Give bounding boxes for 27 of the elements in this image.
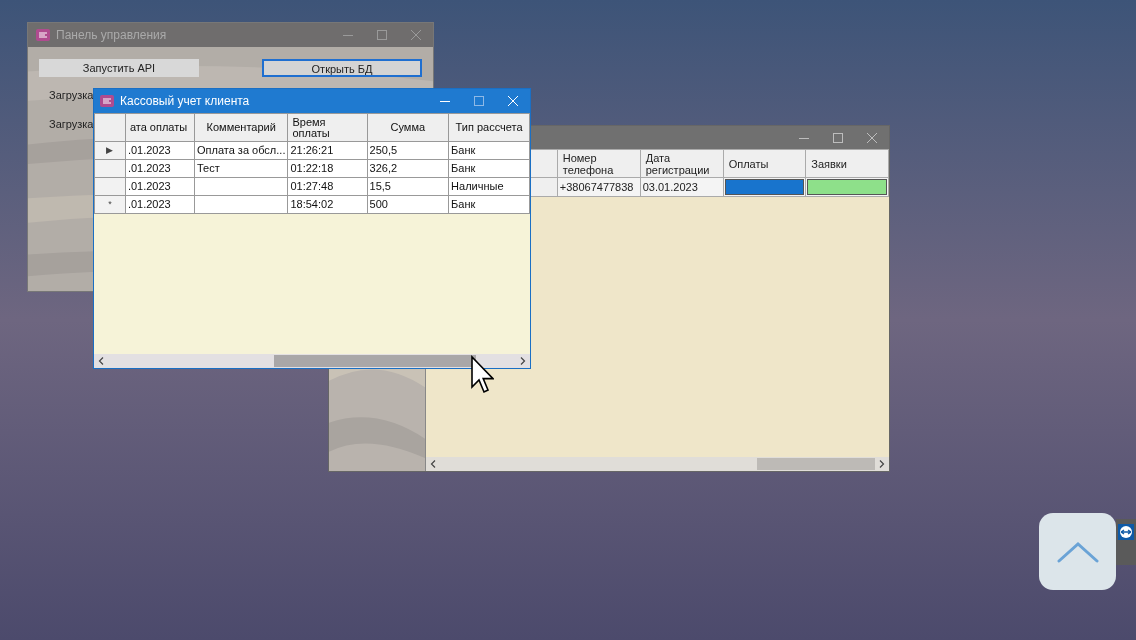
arrows-icon bbox=[1118, 524, 1134, 540]
close-icon[interactable] bbox=[866, 131, 878, 144]
column-header[interactable]: Номер телефона bbox=[557, 149, 641, 178]
scroll-top-button[interactable] bbox=[1039, 513, 1116, 590]
side-tab[interactable] bbox=[1116, 519, 1136, 565]
maximize-icon[interactable] bbox=[473, 95, 485, 107]
scroll-right-icon[interactable] bbox=[879, 460, 885, 468]
scroll-left-icon[interactable] bbox=[430, 460, 436, 468]
scrollbar[interactable] bbox=[94, 354, 530, 368]
color-cell[interactable] bbox=[724, 179, 805, 195]
column-header[interactable]: Заявки bbox=[805, 149, 889, 178]
chevron-up-icon bbox=[1056, 540, 1099, 563]
scroll-right-icon[interactable] bbox=[520, 357, 526, 365]
color-cell[interactable] bbox=[807, 179, 887, 195]
column-header[interactable]: Тип рассчета bbox=[448, 113, 530, 142]
scroll-thumb[interactable] bbox=[757, 458, 875, 470]
app-icon bbox=[36, 29, 50, 41]
window-title: Панель управления bbox=[56, 27, 168, 44]
column-header[interactable]: Оплаты bbox=[723, 149, 806, 178]
scrollbar[interactable] bbox=[426, 457, 889, 471]
maximize-icon[interactable] bbox=[832, 131, 844, 144]
scroll-thumb[interactable] bbox=[274, 355, 476, 367]
column-header[interactable]: Дата регистрации bbox=[640, 149, 724, 178]
scroll-left-icon[interactable] bbox=[98, 357, 104, 365]
close-icon[interactable] bbox=[410, 29, 422, 41]
maximize-icon[interactable] bbox=[376, 29, 388, 41]
cursor-icon bbox=[470, 355, 494, 395]
